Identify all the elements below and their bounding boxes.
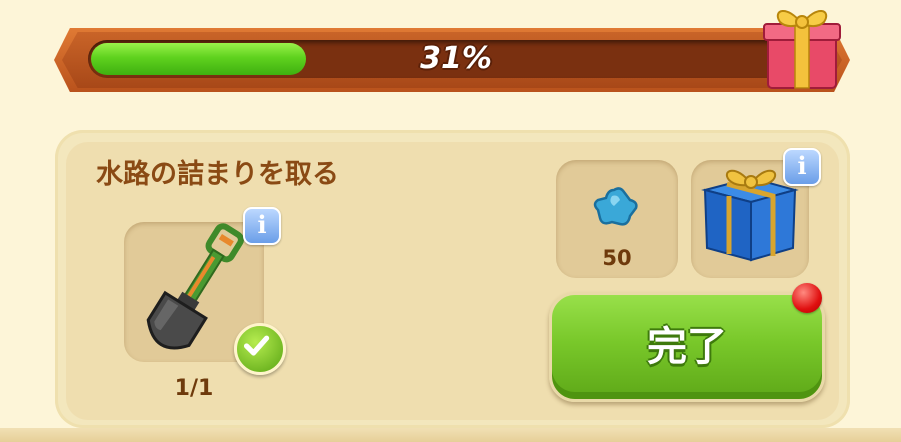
notification-dot (792, 283, 822, 313)
shovel-info-icon[interactable]: i (243, 207, 281, 245)
completed-check-icon (234, 323, 286, 375)
bottom-edge (0, 428, 901, 442)
task-title: 水路の詰まりを取る (96, 159, 339, 190)
task-item-count: 1/1 (174, 376, 214, 401)
blue-gem-icon (593, 187, 638, 226)
complete-button[interactable]: 完了 (549, 292, 825, 402)
progress-percent-label: 31% (420, 41, 492, 76)
gift-info-icon[interactable]: i (783, 148, 821, 186)
reward-gem-value: 50 (602, 246, 632, 270)
gift-box-icon[interactable] (762, 0, 842, 92)
